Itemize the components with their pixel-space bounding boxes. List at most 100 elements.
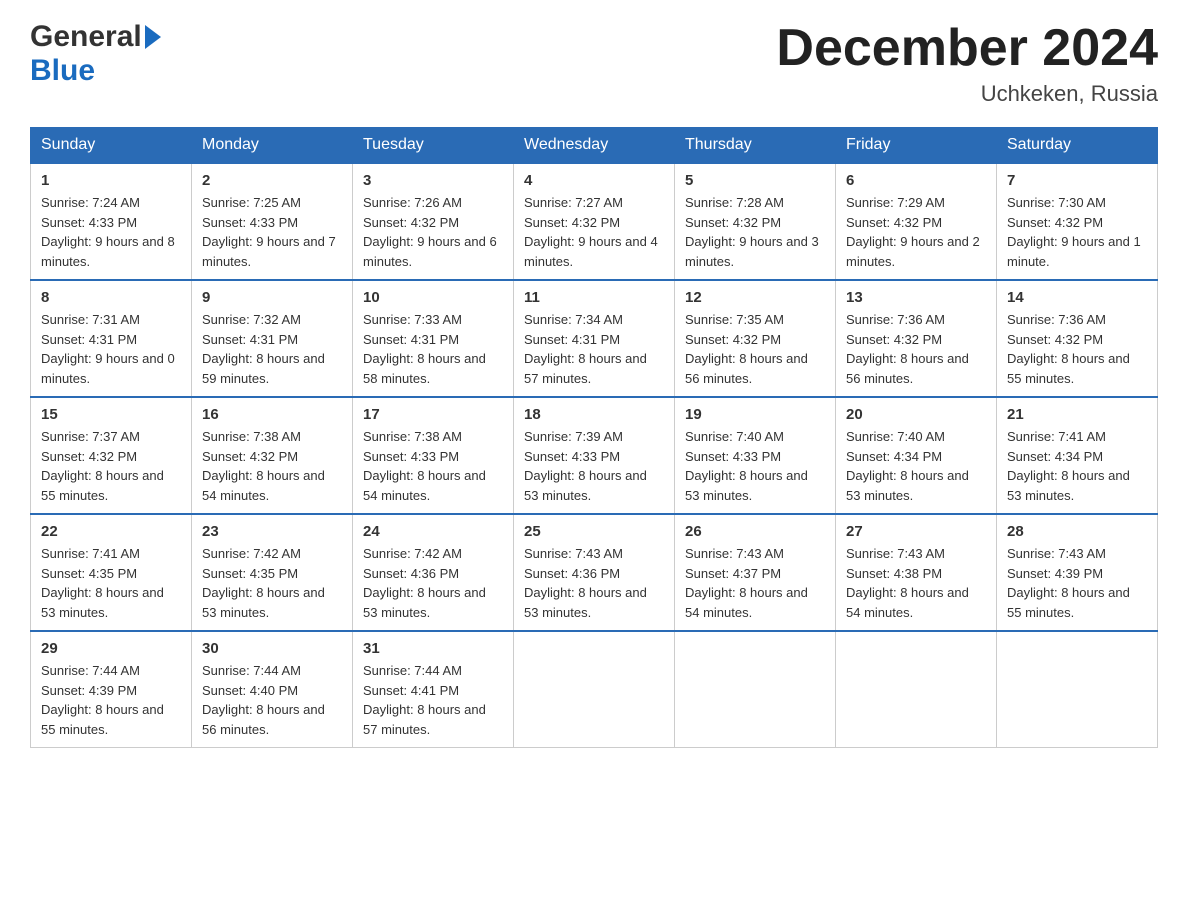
calendar-header-saturday: Saturday <box>997 128 1158 164</box>
day-info: Sunrise: 7:34 AMSunset: 4:31 PMDaylight:… <box>524 310 664 388</box>
calendar-cell <box>836 631 997 748</box>
day-info: Sunrise: 7:43 AMSunset: 4:37 PMDaylight:… <box>685 544 825 622</box>
day-info: Sunrise: 7:37 AMSunset: 4:32 PMDaylight:… <box>41 427 181 505</box>
day-number: 12 <box>685 289 825 306</box>
calendar-header-row: SundayMondayTuesdayWednesdayThursdayFrid… <box>31 128 1158 164</box>
calendar-cell: 2 Sunrise: 7:25 AMSunset: 4:33 PMDaylight… <box>192 163 353 280</box>
calendar-header-tuesday: Tuesday <box>353 128 514 164</box>
calendar-cell: 29 Sunrise: 7:44 AMSunset: 4:39 PMDayligh… <box>31 631 192 748</box>
day-number: 24 <box>363 523 503 540</box>
day-number: 16 <box>202 406 342 423</box>
day-number: 17 <box>363 406 503 423</box>
calendar-cell: 22 Sunrise: 7:41 AMSunset: 4:35 PMDayligh… <box>31 514 192 631</box>
day-number: 31 <box>363 640 503 657</box>
day-number: 25 <box>524 523 664 540</box>
calendar-header-friday: Friday <box>836 128 997 164</box>
day-number: 5 <box>685 172 825 189</box>
day-number: 4 <box>524 172 664 189</box>
calendar-cell: 31 Sunrise: 7:44 AMSunset: 4:41 PMDayligh… <box>353 631 514 748</box>
calendar-cell: 28 Sunrise: 7:43 AMSunset: 4:39 PMDayligh… <box>997 514 1158 631</box>
day-info: Sunrise: 7:41 AMSunset: 4:34 PMDaylight:… <box>1007 427 1147 505</box>
location-text: Uchkeken, Russia <box>776 81 1158 107</box>
day-info: Sunrise: 7:43 AMSunset: 4:39 PMDaylight:… <box>1007 544 1147 622</box>
day-info: Sunrise: 7:44 AMSunset: 4:39 PMDaylight:… <box>41 661 181 739</box>
calendar-cell: 23Sunrise: 7:42 AMSunset: 4:35 PMDayligh… <box>192 514 353 631</box>
day-number: 30 <box>202 640 342 657</box>
calendar-cell: 25 Sunrise: 7:43 AMSunset: 4:36 PMDayligh… <box>514 514 675 631</box>
day-info: Sunrise: 7:38 AMSunset: 4:32 PMDaylight:… <box>202 427 342 505</box>
day-info: Sunrise: 7:43 AMSunset: 4:36 PMDaylight:… <box>524 544 664 622</box>
day-info: Sunrise: 7:29 AMSunset: 4:32 PMDaylight:… <box>846 193 986 271</box>
day-info: Sunrise: 7:28 AMSunset: 4:32 PMDaylight:… <box>685 193 825 271</box>
day-number: 23 <box>202 523 342 540</box>
day-info: Sunrise: 7:36 AMSunset: 4:32 PMDaylight:… <box>846 310 986 388</box>
day-info: Sunrise: 7:35 AMSunset: 4:32 PMDaylight:… <box>685 310 825 388</box>
calendar-cell: 26 Sunrise: 7:43 AMSunset: 4:37 PMDayligh… <box>675 514 836 631</box>
calendar-header-monday: Monday <box>192 128 353 164</box>
month-title: December 2024 <box>776 20 1158 77</box>
calendar-cell: 19 Sunrise: 7:40 AMSunset: 4:33 PMDayligh… <box>675 397 836 514</box>
calendar-cell: 17 Sunrise: 7:38 AMSunset: 4:33 PMDayligh… <box>353 397 514 514</box>
logo-arrow-icon <box>145 25 161 49</box>
day-info: Sunrise: 7:43 AMSunset: 4:38 PMDaylight:… <box>846 544 986 622</box>
calendar-cell: 13 Sunrise: 7:36 AMSunset: 4:32 PMDayligh… <box>836 280 997 397</box>
day-number: 3 <box>363 172 503 189</box>
day-info: Sunrise: 7:44 AMSunset: 4:40 PMDaylight:… <box>202 661 342 739</box>
calendar-cell <box>514 631 675 748</box>
day-info: Sunrise: 7:40 AMSunset: 4:34 PMDaylight:… <box>846 427 986 505</box>
calendar-cell: 21 Sunrise: 7:41 AMSunset: 4:34 PMDayligh… <box>997 397 1158 514</box>
day-number: 27 <box>846 523 986 540</box>
calendar-cell: 1 Sunrise: 7:24 AMSunset: 4:33 PMDaylight… <box>31 163 192 280</box>
calendar-cell: 14 Sunrise: 7:36 AMSunset: 4:32 PMDayligh… <box>997 280 1158 397</box>
calendar-cell: 15Sunrise: 7:37 AMSunset: 4:32 PMDayligh… <box>31 397 192 514</box>
calendar-cell: 16 Sunrise: 7:38 AMSunset: 4:32 PMDayligh… <box>192 397 353 514</box>
calendar-cell <box>675 631 836 748</box>
day-number: 14 <box>1007 289 1147 306</box>
calendar-week-row-2: 8 Sunrise: 7:31 AMSunset: 4:31 PMDaylight… <box>31 280 1158 397</box>
day-number: 22 <box>41 523 181 540</box>
day-number: 21 <box>1007 406 1147 423</box>
day-info: Sunrise: 7:44 AMSunset: 4:41 PMDaylight:… <box>363 661 503 739</box>
calendar-cell: 12 Sunrise: 7:35 AMSunset: 4:32 PMDayligh… <box>675 280 836 397</box>
day-number: 20 <box>846 406 986 423</box>
calendar-week-row-1: 1 Sunrise: 7:24 AMSunset: 4:33 PMDaylight… <box>31 163 1158 280</box>
day-info: Sunrise: 7:27 AMSunset: 4:32 PMDaylight:… <box>524 193 664 271</box>
calendar-cell: 18Sunrise: 7:39 AMSunset: 4:33 PMDayligh… <box>514 397 675 514</box>
calendar-cell: 7Sunrise: 7:30 AMSunset: 4:32 PMDaylight… <box>997 163 1158 280</box>
day-number: 10 <box>363 289 503 306</box>
day-number: 13 <box>846 289 986 306</box>
day-number: 19 <box>685 406 825 423</box>
calendar-cell <box>997 631 1158 748</box>
day-info: Sunrise: 7:24 AMSunset: 4:33 PMDaylight:… <box>41 193 181 271</box>
day-info: Sunrise: 7:41 AMSunset: 4:35 PMDaylight:… <box>41 544 181 622</box>
calendar-cell: 20 Sunrise: 7:40 AMSunset: 4:34 PMDayligh… <box>836 397 997 514</box>
calendar-week-row-5: 29 Sunrise: 7:44 AMSunset: 4:39 PMDayligh… <box>31 631 1158 748</box>
calendar-week-row-3: 15Sunrise: 7:37 AMSunset: 4:32 PMDayligh… <box>31 397 1158 514</box>
day-number: 1 <box>41 172 181 189</box>
day-info: Sunrise: 7:36 AMSunset: 4:32 PMDaylight:… <box>1007 310 1147 388</box>
day-number: 29 <box>41 640 181 657</box>
day-info: Sunrise: 7:26 AMSunset: 4:32 PMDaylight:… <box>363 193 503 271</box>
calendar-cell: 10 Sunrise: 7:33 AMSunset: 4:31 PMDayligh… <box>353 280 514 397</box>
calendar-cell: 4 Sunrise: 7:27 AMSunset: 4:32 PMDaylight… <box>514 163 675 280</box>
day-number: 28 <box>1007 523 1147 540</box>
day-info: Sunrise: 7:30 AMSunset: 4:32 PMDaylight:… <box>1007 193 1147 271</box>
title-section: December 2024 Uchkeken, Russia <box>776 20 1158 107</box>
calendar-cell: 27 Sunrise: 7:43 AMSunset: 4:38 PMDayligh… <box>836 514 997 631</box>
calendar-cell: 11Sunrise: 7:34 AMSunset: 4:31 PMDayligh… <box>514 280 675 397</box>
day-number: 26 <box>685 523 825 540</box>
day-info: Sunrise: 7:31 AMSunset: 4:31 PMDaylight:… <box>41 310 181 388</box>
day-number: 2 <box>202 172 342 189</box>
calendar-cell: 9Sunrise: 7:32 AMSunset: 4:31 PMDaylight… <box>192 280 353 397</box>
day-info: Sunrise: 7:25 AMSunset: 4:33 PMDaylight:… <box>202 193 342 271</box>
day-info: Sunrise: 7:33 AMSunset: 4:31 PMDaylight:… <box>363 310 503 388</box>
calendar-cell: 3 Sunrise: 7:26 AMSunset: 4:32 PMDaylight… <box>353 163 514 280</box>
calendar-cell: 24Sunrise: 7:42 AMSunset: 4:36 PMDayligh… <box>353 514 514 631</box>
logo: General Blue <box>30 20 161 88</box>
day-info: Sunrise: 7:38 AMSunset: 4:33 PMDaylight:… <box>363 427 503 505</box>
calendar-header-wednesday: Wednesday <box>514 128 675 164</box>
day-number: 8 <box>41 289 181 306</box>
calendar-cell: 6Sunrise: 7:29 AMSunset: 4:32 PMDaylight… <box>836 163 997 280</box>
day-info: Sunrise: 7:39 AMSunset: 4:33 PMDaylight:… <box>524 427 664 505</box>
day-info: Sunrise: 7:40 AMSunset: 4:33 PMDaylight:… <box>685 427 825 505</box>
